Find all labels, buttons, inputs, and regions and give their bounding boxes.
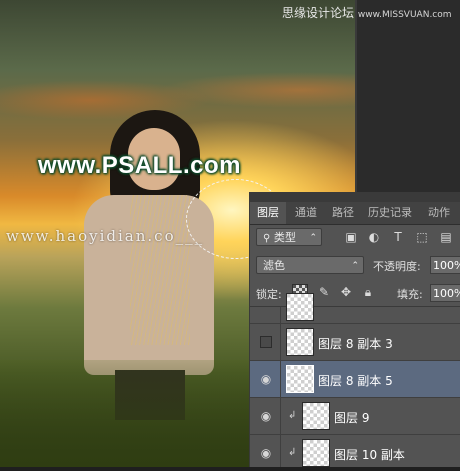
missyuan-cn: 思缘设计论坛 — [282, 6, 355, 20]
fill-label: 填充: — [397, 288, 423, 301]
missyuan-en: www.MISSVUAN.com — [357, 10, 452, 20]
layer-name: 图层 8 副本 5 — [318, 374, 393, 388]
opacity-input[interactable]: 100% — [430, 256, 460, 274]
adjustment-filter-icon[interactable]: ◐ — [367, 230, 381, 244]
lock-label: 锁定: — [256, 288, 282, 301]
smart-object-filter-icon[interactable]: ▤ — [439, 230, 453, 244]
layer-thumbnail — [302, 402, 330, 430]
chevron-down-icon: ⌃ — [309, 233, 317, 243]
fill-input[interactable]: 100% — [430, 284, 460, 302]
clipping-mask-icon: ↲ — [288, 410, 297, 421]
pixel-filter-icon[interactable]: ▣ — [344, 230, 358, 244]
lock-image-pixels-icon[interactable]: ✎ — [316, 284, 332, 300]
layer-thumbnail — [286, 328, 314, 356]
layer-row-partial[interactable] — [250, 293, 460, 323]
workspace-background — [355, 0, 460, 192]
haoyidian-watermark: www.haoyidian.co___ — [6, 227, 205, 245]
eye-icon[interactable]: ◉ — [258, 371, 274, 387]
opacity-label: 不透明度: — [373, 260, 421, 273]
eye-icon[interactable]: ◉ — [258, 445, 274, 461]
chevron-down-icon: ⌃ — [351, 261, 359, 271]
layer-row[interactable]: 图层 8 副本 3 — [250, 323, 460, 360]
search-icon: ⚲ — [263, 233, 271, 244]
missyuan-watermark: 思缘设计论坛 www.MISSVUAN.com — [282, 4, 452, 21]
panel-tabs: 图层 通道 路径 历史记录 动作 — [250, 202, 460, 225]
tab-history[interactable]: 历史记录 — [363, 202, 417, 224]
filter-kind-select[interactable]: ⚲ 类型 ⌃ — [256, 228, 322, 246]
wheat-bouquet — [130, 195, 190, 345]
blend-mode-select[interactable]: 滤色 ⌃ — [256, 256, 364, 274]
filter-kind-label: 类型 — [273, 231, 296, 244]
layer-thumbnail — [302, 439, 330, 467]
psall-watermark: www.PSALL.com — [38, 152, 241, 179]
visibility-toggle-off[interactable] — [260, 336, 272, 348]
lock-all-icon[interactable]: 🔒︎ — [360, 284, 376, 300]
clipping-mask-icon: ↲ — [288, 447, 297, 458]
layer-thumbnail — [286, 293, 314, 321]
eye-icon[interactable]: ◉ — [258, 408, 274, 424]
layer-thumbnail — [286, 365, 314, 393]
tab-channels[interactable]: 通道 — [290, 202, 322, 224]
lock-position-icon[interactable]: ✥ — [338, 284, 354, 300]
layer-name: 图层 10 副本 — [334, 448, 405, 462]
shape-filter-icon[interactable]: ⬚ — [415, 230, 429, 244]
type-filter-icon[interactable]: T — [391, 230, 405, 244]
layer-name: 图层 8 副本 3 — [318, 337, 393, 351]
tab-paths[interactable]: 路径 — [328, 202, 358, 224]
layer-row[interactable]: ◉ ↲ 图层 9 — [250, 397, 460, 434]
visibility-column-divider — [280, 307, 281, 467]
workspace-edge — [355, 0, 357, 192]
layer-name: 图层 9 — [334, 411, 370, 425]
layer-row[interactable]: ◉ ↲ 图层 10 副本 — [250, 434, 460, 471]
layers-panel: 图层 通道 路径 历史记录 动作 ⚲ 类型 ⌃ ▣ ◐ T ⬚ ▤ 滤色 ⌃ 不… — [249, 192, 460, 467]
tab-layers[interactable]: 图层 — [250, 202, 286, 224]
blend-mode-label: 滤色 — [263, 259, 285, 272]
panel-header-strip — [250, 192, 460, 202]
layer-row-selected[interactable]: ◉ 图层 8 副本 5 — [250, 360, 460, 397]
tab-actions[interactable]: 动作 — [423, 202, 455, 224]
